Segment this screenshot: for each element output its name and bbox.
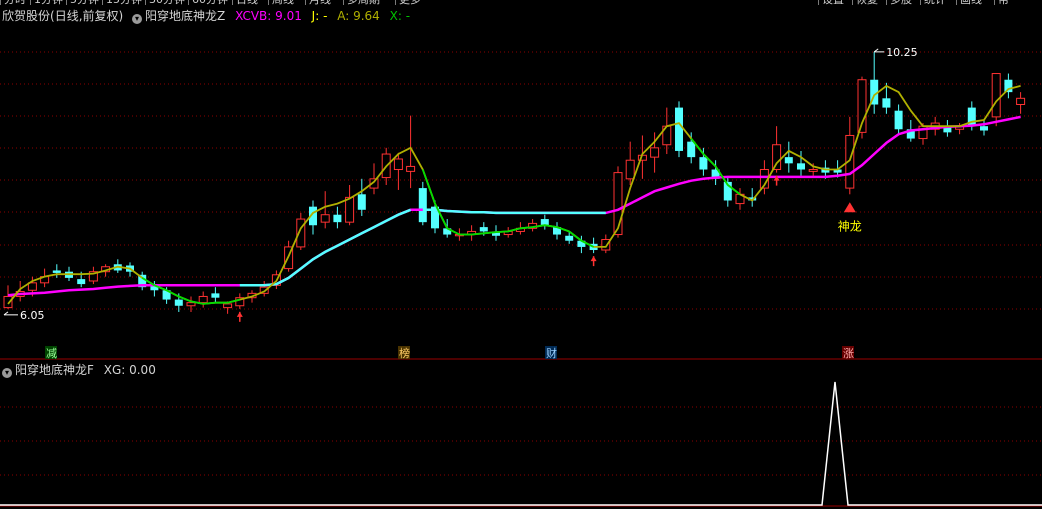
candle-body-down xyxy=(699,157,708,170)
candle-body-down xyxy=(77,279,86,285)
candle-body-down xyxy=(980,126,988,131)
grid-group xyxy=(0,51,1042,507)
candle-body-down xyxy=(797,163,805,170)
low-price-label: 6.05 xyxy=(20,309,45,322)
candle-body-up xyxy=(223,303,233,309)
candle-body-down xyxy=(357,194,366,210)
candle-body-up xyxy=(625,159,635,180)
candle-body-up xyxy=(1016,97,1026,106)
event-marker-label: 涨 xyxy=(843,347,854,360)
candle-body-down xyxy=(675,107,683,151)
candle-body-up xyxy=(650,147,660,158)
candle-body-down xyxy=(418,188,427,223)
event-marker-label: 财 xyxy=(546,346,557,360)
signal-triangle-icon xyxy=(843,202,856,213)
candle-body-up xyxy=(27,282,37,291)
candle-body-down xyxy=(52,270,61,273)
trend-line xyxy=(422,208,606,215)
candle-body-up xyxy=(345,196,355,223)
candle-body-up xyxy=(320,214,330,223)
xg-line xyxy=(0,381,1042,506)
candle-body-down xyxy=(882,98,891,108)
red-arrow-head-icon xyxy=(590,256,597,262)
candle-body-down xyxy=(565,235,574,241)
a-line-down xyxy=(690,138,741,196)
xcvb-line xyxy=(7,115,1021,297)
candle-body-up xyxy=(808,169,818,172)
candle-body-down xyxy=(333,214,342,223)
candle-body-up xyxy=(393,158,403,171)
candle-body-up xyxy=(198,295,208,304)
candle-body-up xyxy=(406,165,416,172)
candle-body-up xyxy=(3,295,13,309)
candle-body-up xyxy=(186,302,196,307)
high-price-label: 10.25 xyxy=(886,46,918,59)
event-marker-label: 减 xyxy=(46,347,57,360)
a-line xyxy=(7,84,1021,305)
candles-group xyxy=(3,51,1026,314)
candle-body-up xyxy=(991,73,1001,118)
event-marker-label: 榜 xyxy=(399,346,410,360)
kline-chart[interactable]: 10.25 6.05 神龙减 榜 财 涨 xyxy=(0,0,1042,509)
candle-body-down xyxy=(211,293,220,298)
candle-body-down xyxy=(174,299,183,306)
candle-body-down xyxy=(894,110,903,130)
red-arrow-head-icon xyxy=(236,311,243,317)
candle-body-down xyxy=(479,227,488,232)
candle-body-down xyxy=(687,141,696,158)
candle-body-up xyxy=(772,144,782,171)
signal-label: 神龙 xyxy=(838,219,862,233)
candle-body-down xyxy=(784,157,793,164)
